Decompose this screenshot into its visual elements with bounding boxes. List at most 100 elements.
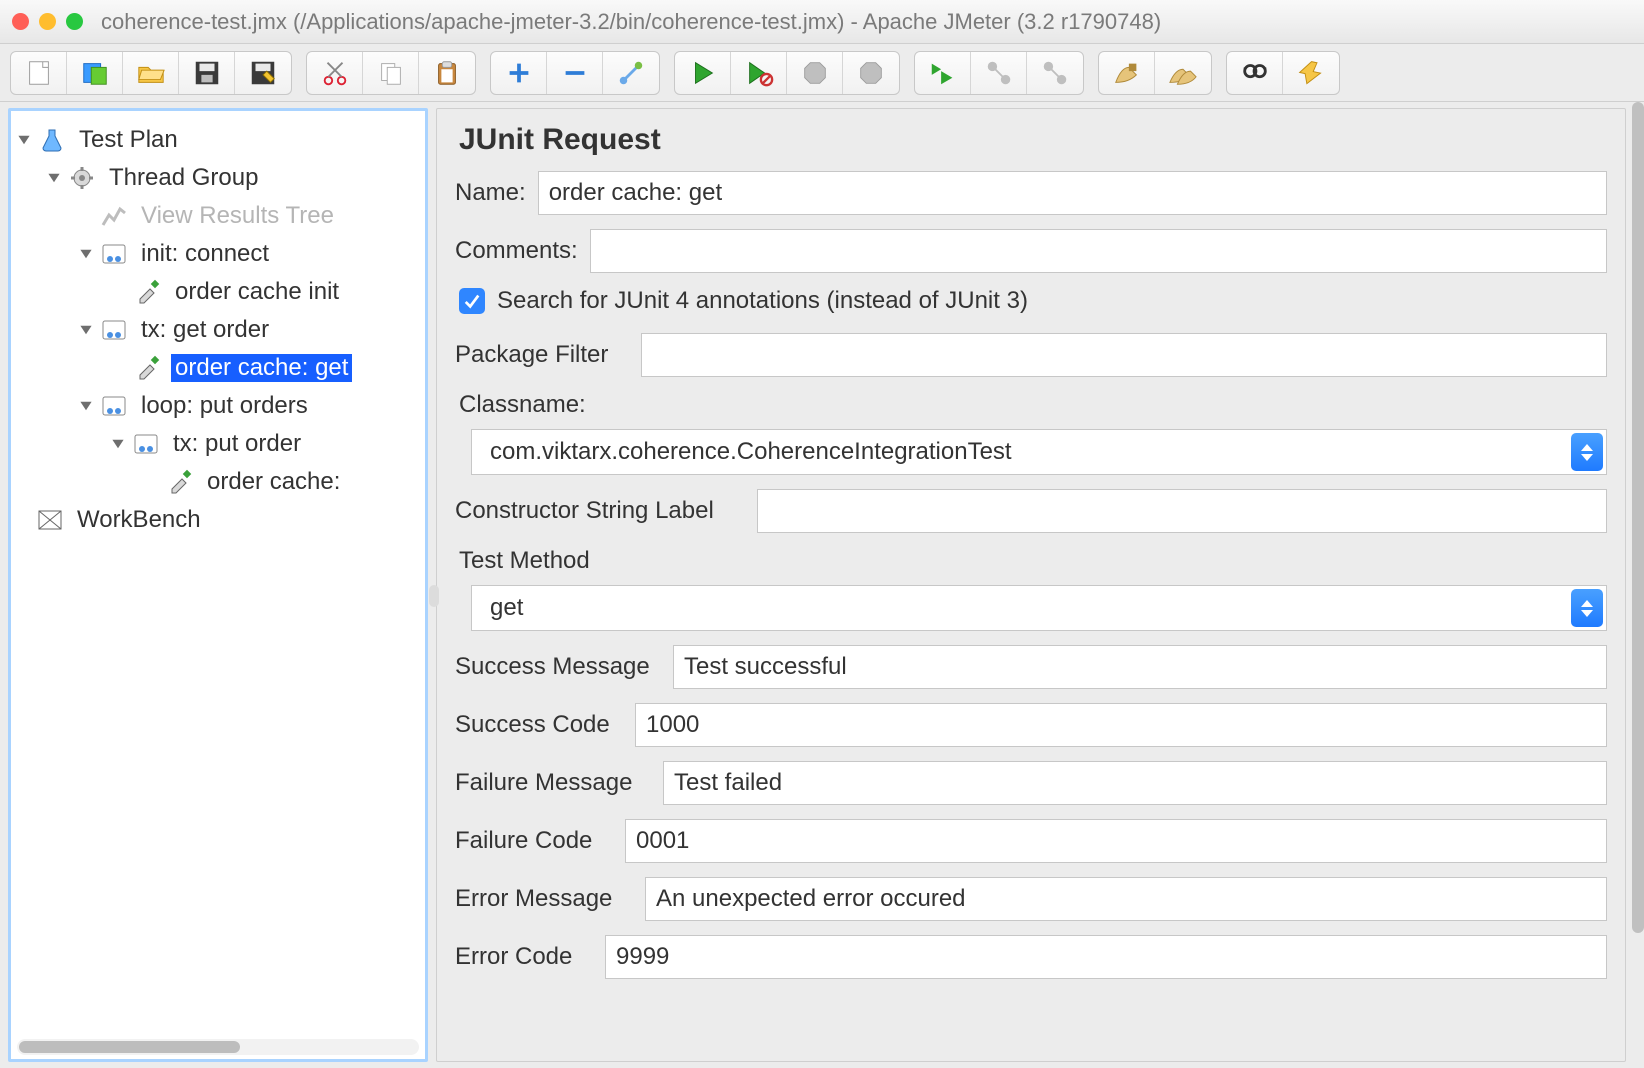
expand-button[interactable] bbox=[491, 52, 547, 94]
tree-label: View Results Tree bbox=[137, 202, 338, 230]
reset-search-button[interactable] bbox=[1283, 52, 1339, 94]
detail-pane: JUnit Request Name: Comments: Search for… bbox=[436, 108, 1626, 1062]
package-filter-field[interactable] bbox=[641, 333, 1607, 377]
window-controls bbox=[12, 13, 83, 30]
search-button[interactable] bbox=[1227, 52, 1283, 94]
clear-all-button[interactable] bbox=[1155, 52, 1211, 94]
test-method-value: get bbox=[490, 594, 523, 622]
failure-message-field[interactable] bbox=[663, 761, 1607, 805]
open-button[interactable] bbox=[123, 52, 179, 94]
tree-node-workbench[interactable]: WorkBench bbox=[15, 501, 421, 539]
updown-icon bbox=[1571, 433, 1603, 471]
junit4-checkbox-row[interactable]: Search for JUnit 4 annotations (instead … bbox=[459, 287, 1607, 315]
tree-node-order-cache-get[interactable]: order cache: get bbox=[15, 349, 421, 387]
success-message-label: Success Message bbox=[455, 653, 661, 681]
save-button[interactable] bbox=[179, 52, 235, 94]
error-message-label: Error Message bbox=[455, 885, 633, 913]
zoom-window-button[interactable] bbox=[66, 13, 83, 30]
disclosure-down-icon[interactable] bbox=[109, 435, 127, 453]
tree-horizontal-scrollbar[interactable] bbox=[17, 1039, 419, 1055]
package-filter-label: Package Filter bbox=[455, 341, 629, 369]
tree-node-tx-get-order[interactable]: tx: get order bbox=[15, 311, 421, 349]
tree-label: order cache: bbox=[203, 468, 344, 496]
shutdown-button[interactable] bbox=[843, 52, 899, 94]
copy-button[interactable] bbox=[363, 52, 419, 94]
disclosure-down-icon[interactable] bbox=[77, 397, 95, 415]
toggle-button[interactable] bbox=[603, 52, 659, 94]
stop-button[interactable] bbox=[787, 52, 843, 94]
remote-start-button[interactable] bbox=[915, 52, 971, 94]
tree-label: init: connect bbox=[137, 240, 273, 268]
error-code-label: Error Code bbox=[455, 943, 593, 971]
classname-value: com.viktarx.coherence.CoherenceIntegrati… bbox=[490, 438, 1012, 466]
test-method-combo[interactable]: get bbox=[471, 585, 1607, 631]
disclosure-down-icon[interactable] bbox=[15, 131, 33, 149]
classname-combo[interactable]: com.viktarx.coherence.CoherenceIntegrati… bbox=[471, 429, 1607, 475]
tree-node-order-cache-init[interactable]: order cache init bbox=[15, 273, 421, 311]
remote-stop-button[interactable] bbox=[971, 52, 1027, 94]
start-button[interactable] bbox=[675, 52, 731, 94]
flask-icon bbox=[37, 127, 67, 153]
controller-icon bbox=[99, 241, 129, 267]
tree-node-test-plan[interactable]: Test Plan bbox=[15, 121, 421, 159]
tree-node-tx-put-order[interactable]: tx: put order bbox=[15, 425, 421, 463]
tree-node-thread-group[interactable]: Thread Group bbox=[15, 159, 421, 197]
chart-icon bbox=[99, 203, 129, 229]
error-message-field[interactable] bbox=[645, 877, 1607, 921]
updown-icon bbox=[1571, 589, 1603, 627]
remote-shutdown-button[interactable] bbox=[1027, 52, 1083, 94]
error-code-field[interactable] bbox=[605, 935, 1607, 979]
tree-label: WorkBench bbox=[73, 506, 205, 534]
controller-icon bbox=[131, 431, 161, 457]
dropper-icon bbox=[133, 355, 163, 381]
success-message-field[interactable] bbox=[673, 645, 1607, 689]
failure-code-field[interactable] bbox=[625, 819, 1607, 863]
clear-button[interactable] bbox=[1099, 52, 1155, 94]
constructor-label: Constructor String Label bbox=[455, 497, 745, 525]
tree-pane[interactable]: Test Plan Thread Group View Results Tree bbox=[8, 108, 428, 1062]
failure-code-label: Failure Code bbox=[455, 827, 613, 855]
disclosure-down-icon[interactable] bbox=[45, 169, 63, 187]
junit4-checkbox-label: Search for JUnit 4 annotations (instead … bbox=[497, 287, 1028, 315]
titlebar: coherence-test.jmx (/Applications/apache… bbox=[0, 0, 1644, 44]
name-field[interactable] bbox=[538, 171, 1607, 215]
constructor-field[interactable] bbox=[757, 489, 1607, 533]
splitter-handle[interactable] bbox=[429, 585, 439, 607]
gear-icon bbox=[67, 165, 97, 191]
paste-button[interactable] bbox=[419, 52, 475, 94]
tree-node-view-results[interactable]: View Results Tree bbox=[15, 197, 421, 235]
tree-label: tx: get order bbox=[137, 316, 273, 344]
success-code-label: Success Code bbox=[455, 711, 623, 739]
controller-icon bbox=[99, 393, 129, 419]
panel-title: JUnit Request bbox=[459, 123, 1607, 157]
start-no-pause-button[interactable] bbox=[731, 52, 787, 94]
collapse-button[interactable] bbox=[547, 52, 603, 94]
tree-label: order cache: get bbox=[171, 354, 352, 382]
tree-node-order-cache-put[interactable]: order cache: bbox=[15, 463, 421, 501]
templates-button[interactable] bbox=[67, 52, 123, 94]
checkbox-checked-icon[interactable] bbox=[459, 288, 485, 314]
failure-message-label: Failure Message bbox=[455, 769, 651, 797]
tree-node-init-connect[interactable]: init: connect bbox=[15, 235, 421, 273]
controller-icon bbox=[99, 317, 129, 343]
save-as-button[interactable] bbox=[235, 52, 291, 94]
classname-label: Classname: bbox=[459, 391, 1607, 419]
dropper-icon bbox=[133, 279, 163, 305]
test-method-label: Test Method bbox=[459, 547, 1607, 575]
new-button[interactable] bbox=[11, 52, 67, 94]
dropper-icon bbox=[165, 469, 195, 495]
tree-label: order cache init bbox=[171, 278, 343, 306]
comments-label: Comments: bbox=[455, 237, 578, 265]
tree-label: loop: put orders bbox=[137, 392, 312, 420]
cut-button[interactable] bbox=[307, 52, 363, 94]
vertical-scrollbar[interactable] bbox=[1630, 102, 1644, 1068]
comments-field[interactable] bbox=[590, 229, 1607, 273]
disclosure-down-icon[interactable] bbox=[77, 245, 95, 263]
workbench-icon bbox=[35, 507, 65, 533]
disclosure-down-icon[interactable] bbox=[77, 321, 95, 339]
close-window-button[interactable] bbox=[12, 13, 29, 30]
toolbar bbox=[0, 44, 1644, 102]
tree-node-loop-put-orders[interactable]: loop: put orders bbox=[15, 387, 421, 425]
minimize-window-button[interactable] bbox=[39, 13, 56, 30]
success-code-field[interactable] bbox=[635, 703, 1607, 747]
